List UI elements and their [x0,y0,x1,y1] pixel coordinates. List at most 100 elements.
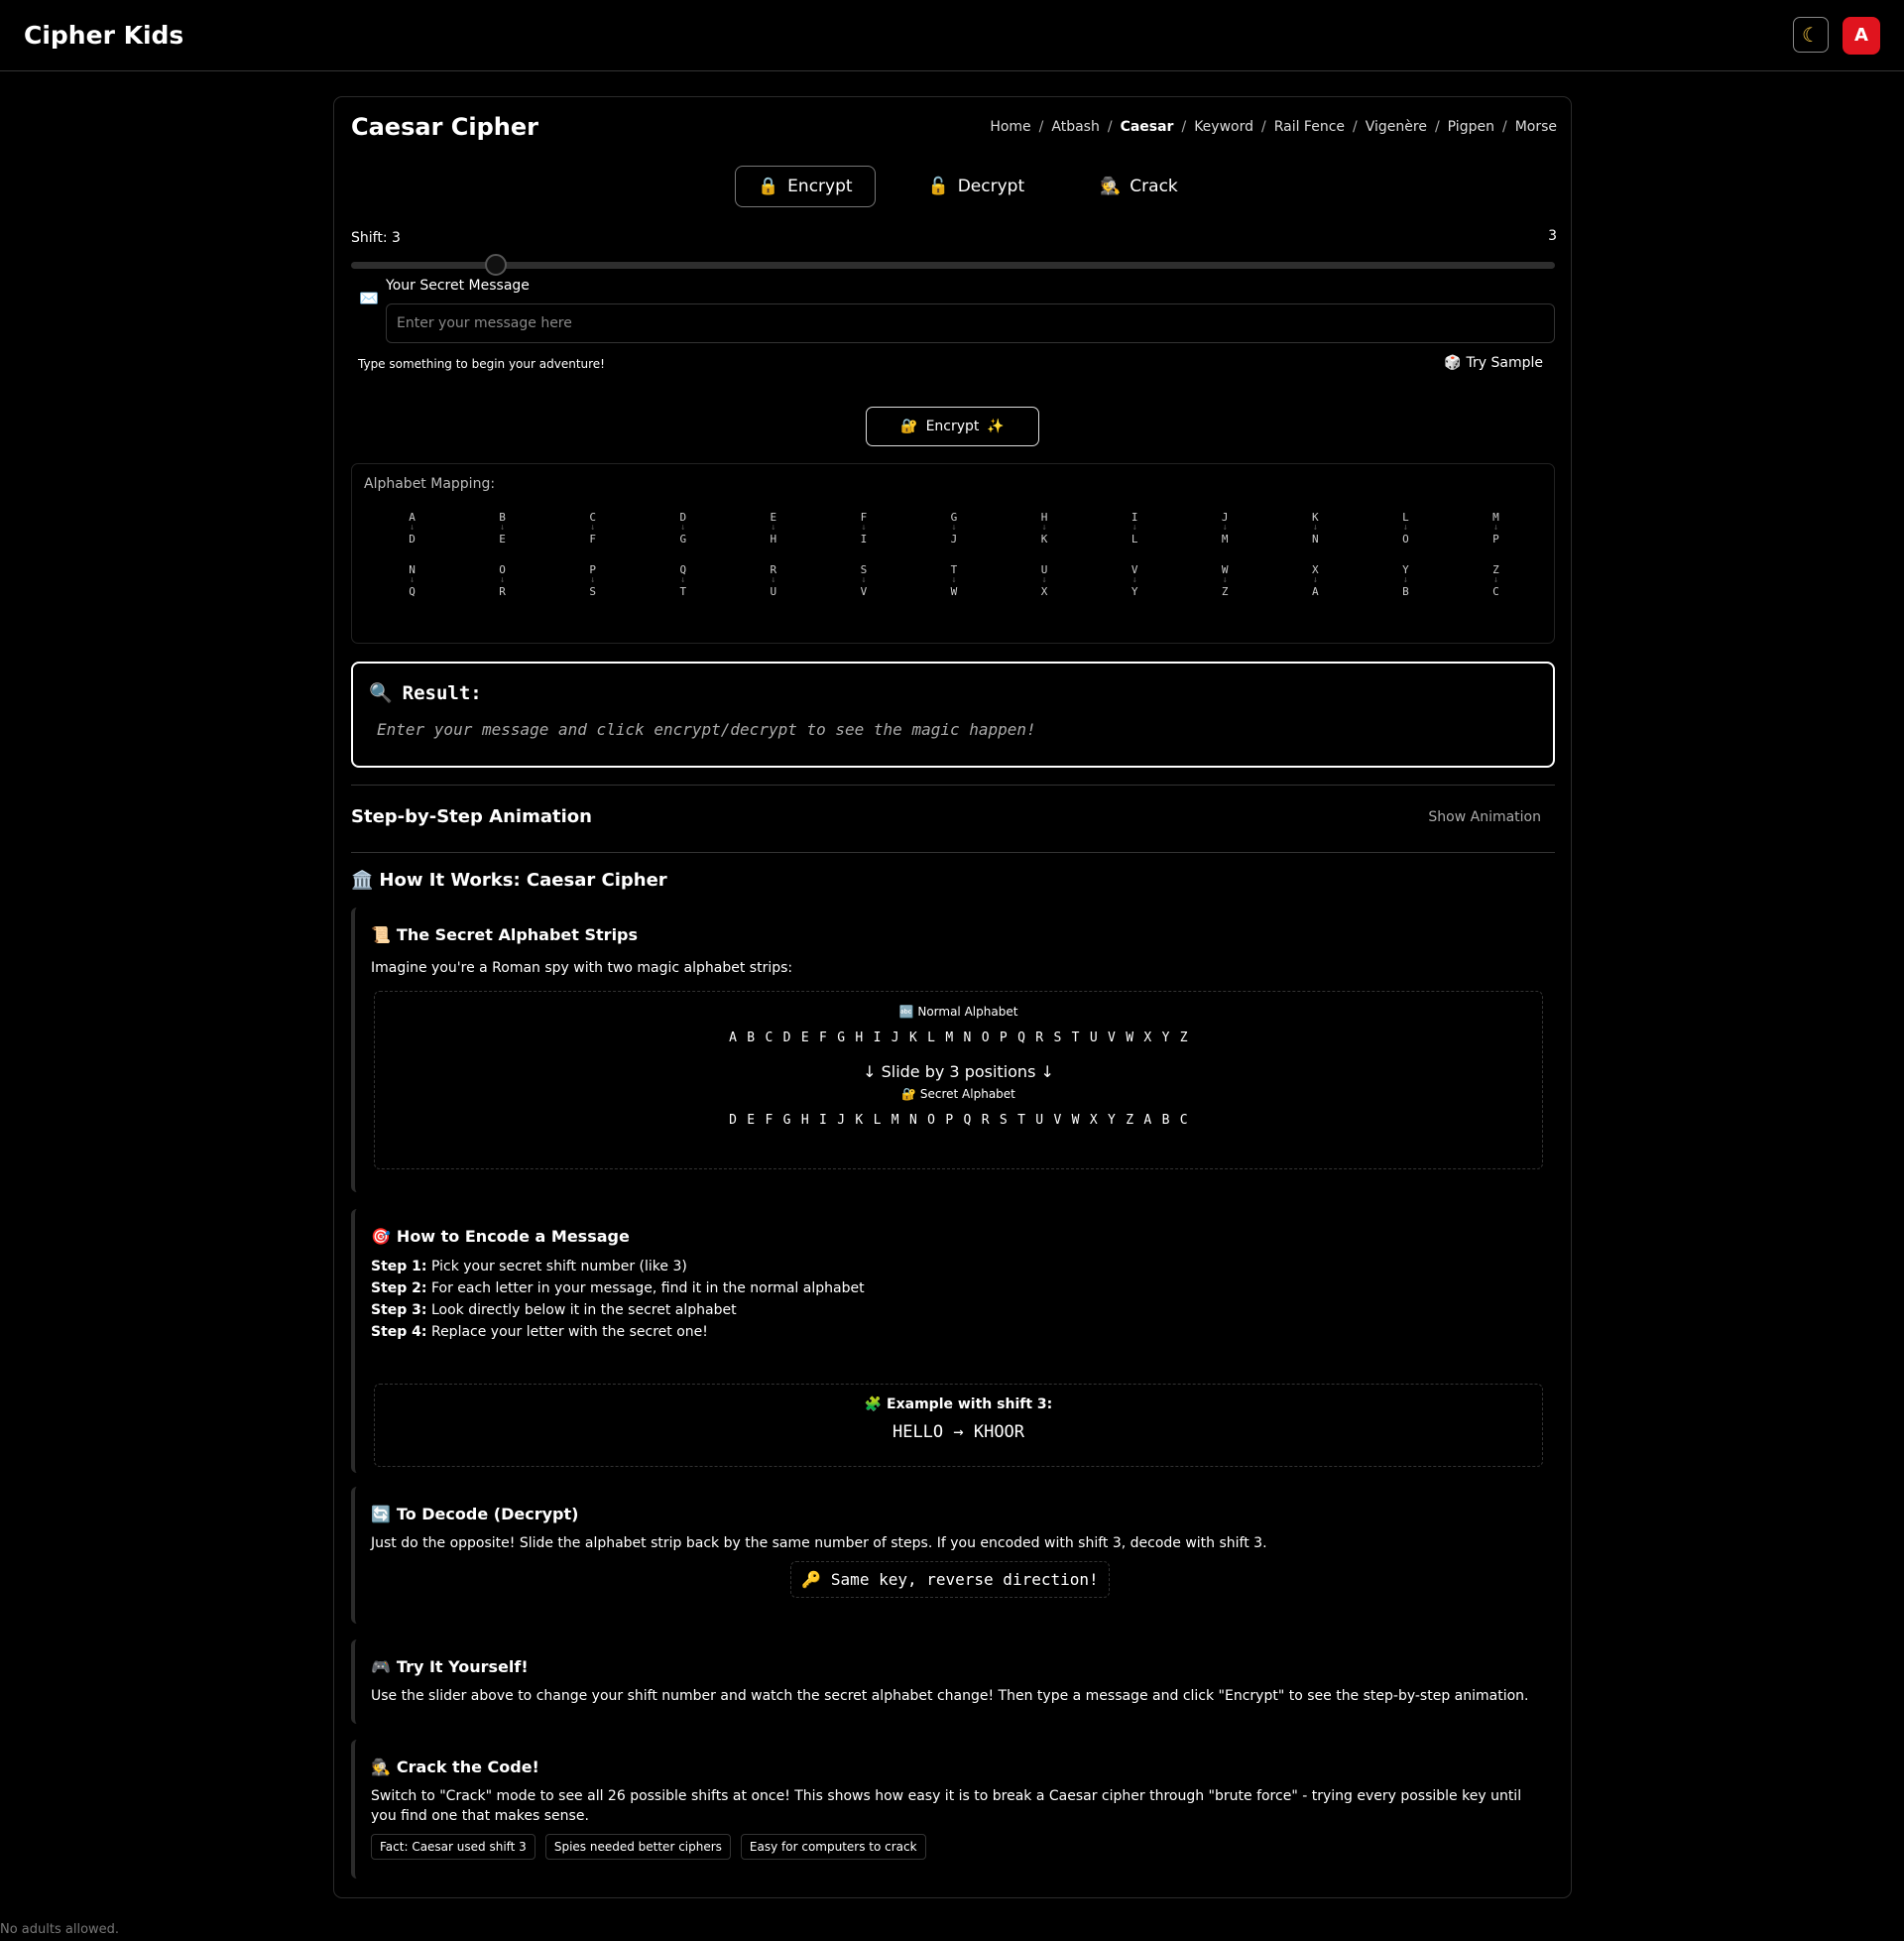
page-title: Caesar Cipher [351,113,538,141]
slider-handle[interactable] [484,254,507,276]
step-label: Step 4: [371,1324,427,1340]
mapping-cell: B ↓ E [457,512,547,545]
breadcrumb-link[interactable]: Vigenère [1366,119,1427,135]
secret-alphabet-row: DEFGHIJKLMNOPQRSTUVWXYZABC [375,1113,1542,1128]
cipher-letter: T [679,585,687,598]
strip-letter: R [981,1113,990,1128]
breadcrumb-link[interactable]: Keyword [1194,119,1253,135]
arrow-down-icon: ↓ [861,575,867,585]
cipher-letter: D [409,533,416,546]
mapping-cell: J ↓ M [1180,512,1270,545]
arrow-down-icon: ↓ [1041,575,1047,585]
mapping-cell: Z ↓ C [1451,564,1541,597]
strip-letter: Z [1126,1113,1134,1128]
example-caption: 🧩 Example with shift 3: [864,1396,1053,1412]
arrow-down-icon: ↓ [1131,523,1137,533]
plain-letter: M [1492,511,1499,524]
show-animation-button[interactable]: Show Animation [1428,809,1541,825]
strip-letter: W [1126,1031,1134,1045]
step-text: Look directly below it in the secret alp… [426,1302,737,1318]
strip-letter: U [1035,1113,1044,1128]
step-text: Replace your letter with the secret one! [426,1324,708,1340]
strip-letter: H [855,1031,864,1045]
mapping-cell: X ↓ A [1270,564,1361,597]
breadcrumb-link[interactable]: Morse [1515,119,1557,135]
tab-crack[interactable]: 🕵️ Crack [1077,166,1201,207]
breadcrumb-link[interactable]: Caesar [1121,119,1174,135]
strip-letter: G [837,1031,846,1045]
envelope-icon: ✉️ [359,289,379,307]
avatar[interactable]: A [1843,16,1880,55]
top-actions: ☾ A [1793,16,1880,55]
detective-icon: 🕵️ [371,1758,391,1776]
how-it-works-label: How It Works: Caesar Cipher [379,870,667,891]
breadcrumb-link[interactable]: Home [990,119,1030,135]
result-title: 🔍 Result: [369,681,482,705]
section-title-label: Crack the Code! [396,1758,539,1776]
result-title-label: Result: [402,681,482,704]
magnifier-icon: 🔍 [369,682,393,704]
breadcrumb-separator: / [1353,119,1358,135]
arrow-down-icon: ↓ [1222,575,1228,585]
strip-letter: A [1143,1113,1152,1128]
plain-letter: A [409,511,416,524]
encrypt-button[interactable]: 🔐 Encrypt ✨ [866,407,1039,446]
cipher-letter: R [499,585,506,598]
section-text: Use the slider above to change your shif… [371,1688,1529,1704]
breadcrumb-link[interactable]: Atbash [1051,119,1099,135]
message-hint: Type something to begin your adventure! [358,357,605,371]
gamepad-icon: 🎮 [371,1657,391,1676]
plain-letter: Y [1402,563,1409,576]
cipher-letter: Z [1221,585,1229,598]
section-title-label: Try It Yourself! [396,1657,529,1676]
arrow-down-icon: ↓ [861,523,867,533]
fact-tag: Easy for computers to crack [740,1834,926,1860]
step-text: For each letter in your message, find it… [426,1280,865,1296]
arrow-down-icon: ↓ [1131,575,1137,585]
cipher-letter: B [1402,585,1409,598]
cipher-letter: N [1311,533,1319,546]
mapping-grid: A ↓ D B ↓ E C ↓ F D ↓ G E ↓ H F ↓ I G ↓ J H ↓ K I ↓ L J ↓ M K ↓ N L ↓ O M ↓ P N… [367,512,1541,597]
tab-encrypt[interactable]: 🔒 Encrypt [735,166,876,207]
target-icon: 🎯 [371,1227,391,1246]
mapping-cell: L ↓ O [1361,512,1451,545]
strip-letter: I [819,1113,828,1128]
breadcrumb-separator: / [1434,119,1440,135]
cipher-letter: J [950,533,958,546]
strip-letter: D [729,1113,738,1128]
plain-letter: K [1311,511,1319,524]
strip-letter: V [1053,1113,1062,1128]
brand-logo[interactable]: Cipher Kids [24,21,183,50]
strip-letter: P [999,1031,1009,1045]
shift-slider[interactable] [351,254,1555,276]
mapping-cell: H ↓ K [1000,512,1090,545]
section-title: 🎮 Try It Yourself! [371,1657,1539,1676]
strip-letter: X [1143,1031,1152,1045]
example-value: HELLO → KHOOR [892,1422,1025,1442]
breadcrumb-link[interactable]: Pigpen [1448,119,1494,135]
cipher-card: Caesar Cipher Home / Atbash / Caesar / Keyword… [333,96,1572,1898]
theme-toggle-button[interactable]: ☾ [1793,16,1829,53]
arrow-down-icon: ↓ [589,523,596,533]
mapping-cell: I ↓ L [1090,512,1180,545]
strip-letter: J [837,1113,846,1128]
section-try-it: 🎮 Try It Yourself! Use the slider above … [351,1639,1555,1724]
plain-letter: B [499,511,506,524]
secret-alphabet-caption: 🔐 Secret Alphabet [901,1087,1015,1101]
shift-label: Shift: 3 [351,230,401,246]
breadcrumb-link[interactable]: Rail Fence [1274,119,1345,135]
try-sample-button[interactable]: 🎲 Try Sample [1444,355,1543,371]
cipher-letter: K [1040,533,1048,546]
strip-letter: F [819,1031,828,1045]
message-input[interactable] [386,303,1555,343]
strip-letter: J [891,1031,899,1045]
encode-step: Step 1: Pick your secret shift number (l… [371,1256,1539,1277]
tab-decrypt[interactable]: 🔓 Decrypt [905,166,1048,207]
mapping-cell: M ↓ P [1451,512,1541,545]
strip-letter: U [1089,1031,1098,1045]
arrow-down-icon: ↓ [951,523,957,533]
cipher-letter: A [1311,585,1319,598]
breadcrumb-separator: / [1501,119,1507,135]
arrow-down-icon: ↓ [409,575,416,585]
strip-letter: S [999,1113,1009,1128]
